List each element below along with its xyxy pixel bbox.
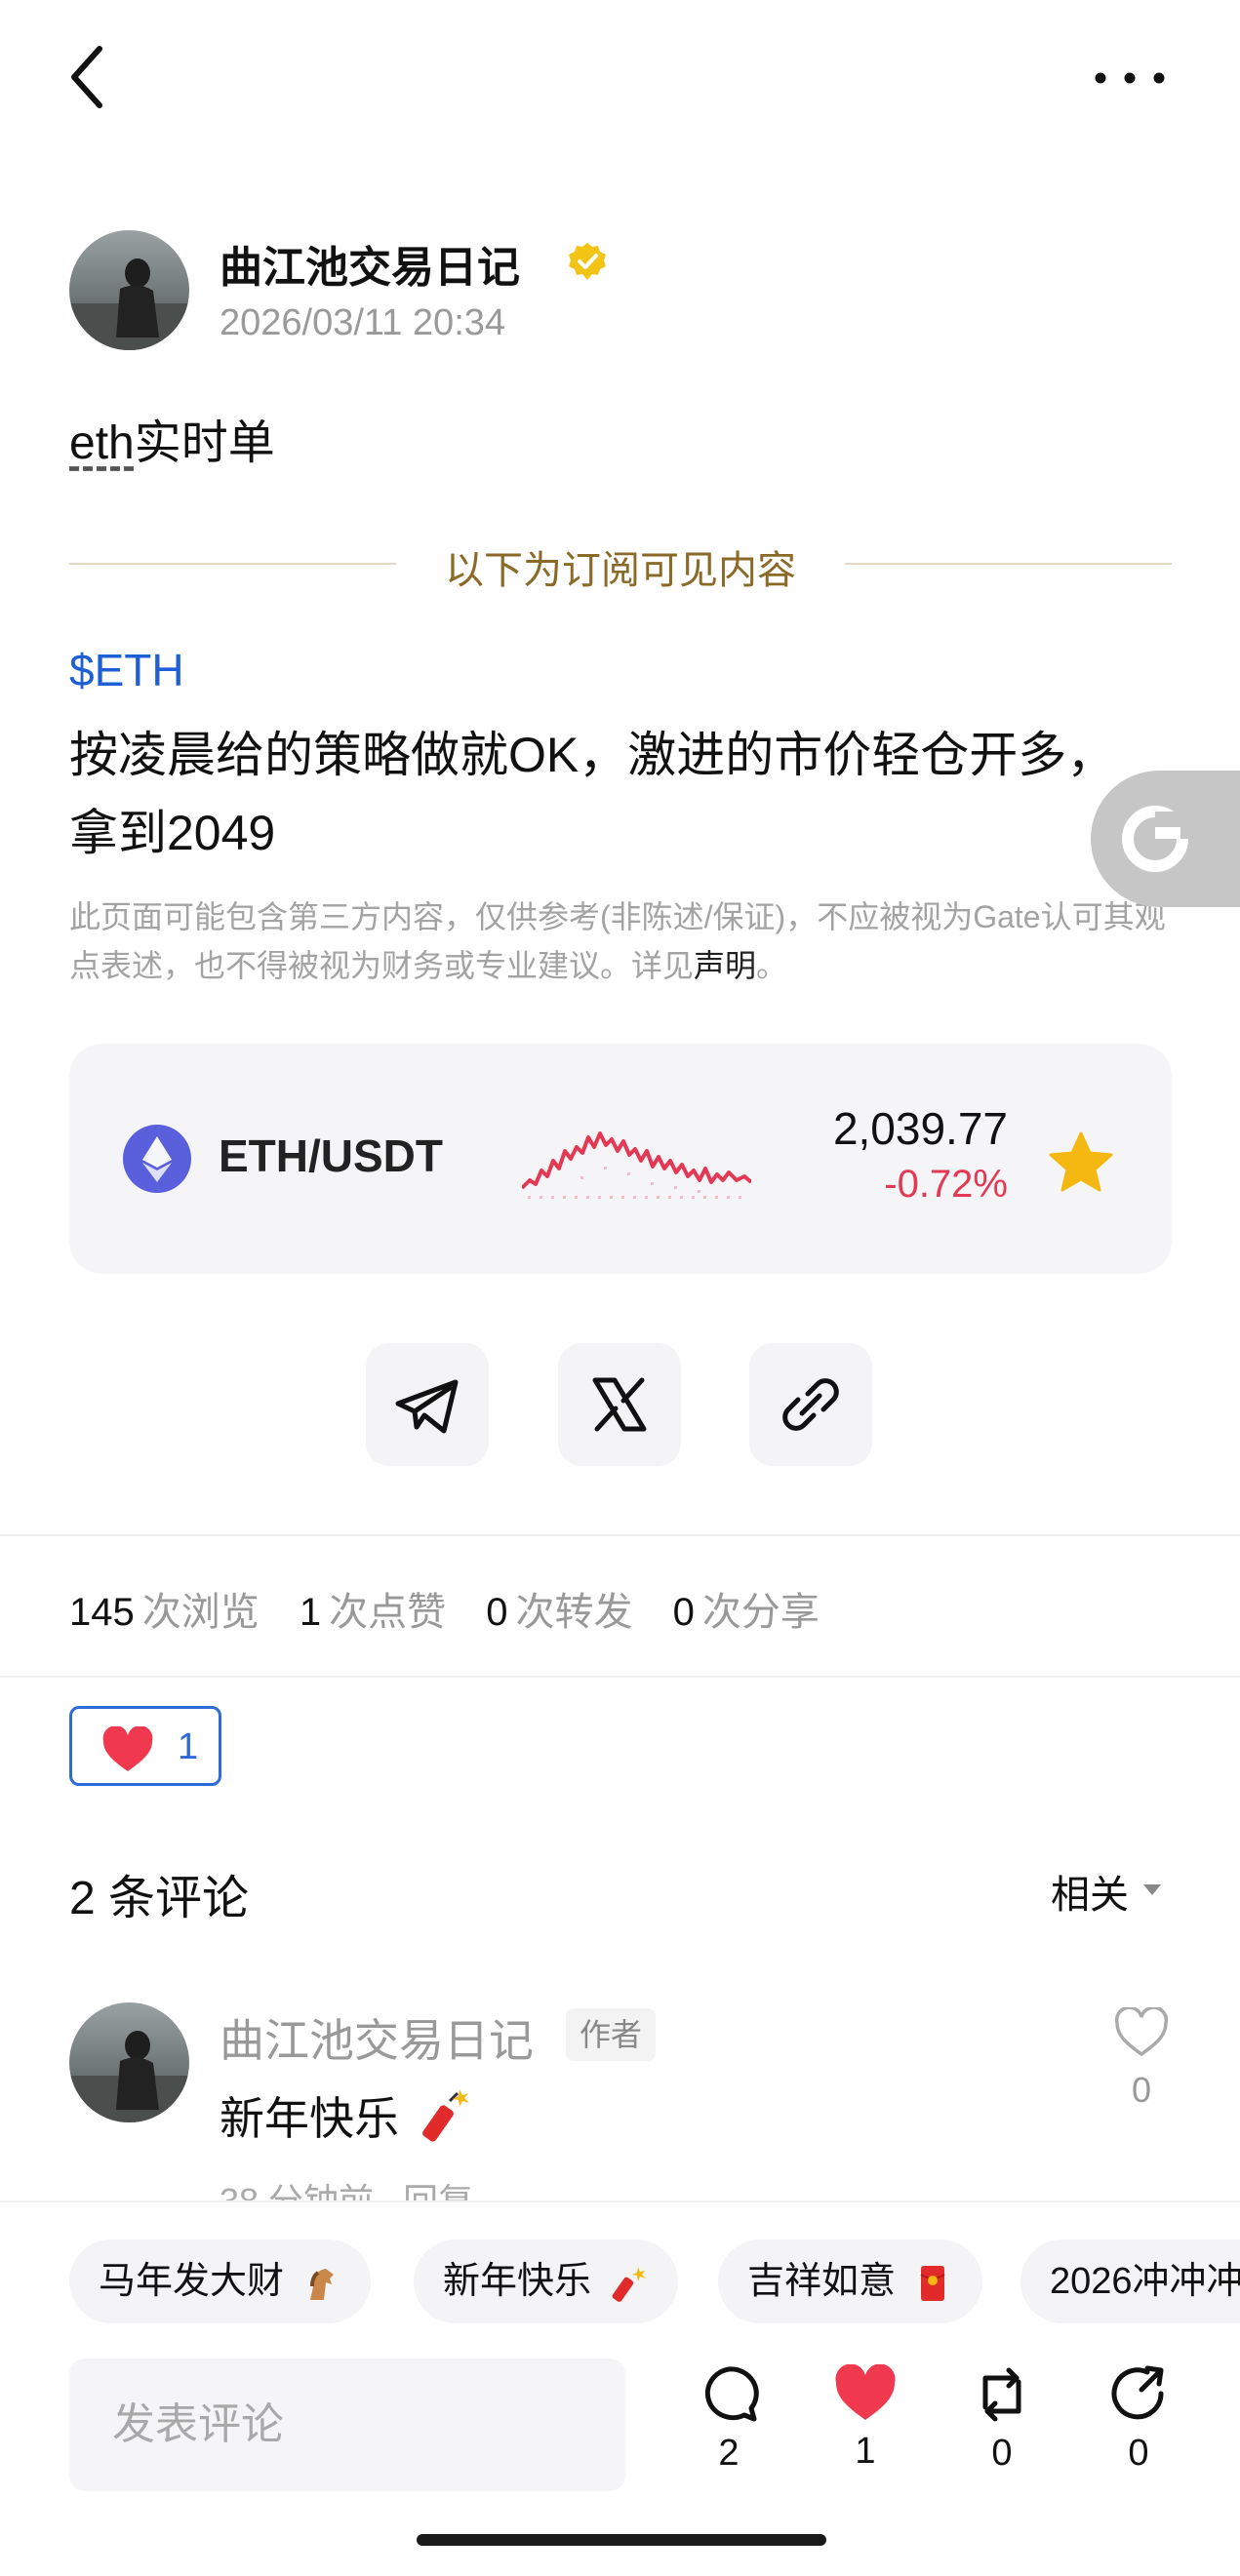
post-title: eth实时单	[69, 404, 275, 472]
comment-text: 新年快乐	[220, 2093, 399, 2144]
reaction-count: 1	[178, 1726, 199, 1767]
shares-count: 0	[672, 1591, 695, 1634]
share-telegram-button[interactable]	[366, 1343, 489, 1466]
market-price: 2,039.77	[832, 1103, 1008, 1154]
repost-count: 0	[991, 2433, 1013, 2474]
likes-label: 次点赞	[329, 1591, 447, 1634]
ethereum-icon	[123, 1125, 191, 1193]
reaction-like-chip[interactable]: 1	[69, 1706, 221, 1786]
author-tag: 作者	[566, 2008, 657, 2061]
comment-action[interactable]: 2	[685, 2364, 773, 2475]
quick-reply-chip[interactable]: 2026冲冲冲	[1020, 2239, 1240, 2323]
back-button[interactable]	[60, 41, 119, 114]
comment-reply-button[interactable]: 回复	[403, 2181, 473, 2200]
author-name[interactable]: 曲江池交易日记	[220, 232, 520, 295]
post-title-text: 实时单	[134, 417, 275, 469]
share-count: 0	[1128, 2433, 1149, 2474]
subscriber-divider-label: 以下为订阅可见内容	[445, 549, 796, 592]
disclaimer-link[interactable]: 声明	[694, 948, 756, 983]
reposts-label: 次转发	[515, 1591, 633, 1634]
chevron-left-icon	[71, 46, 102, 108]
share-action[interactable]: 0	[1095, 2364, 1182, 2475]
quick-reply-label: 吉祥如意	[747, 2261, 897, 2302]
x-icon	[592, 1377, 647, 1432]
like-action[interactable]: 1	[821, 2364, 909, 2473]
quick-reply-label: 新年快乐	[443, 2261, 592, 2302]
comment-time: 38 分钟前	[220, 2181, 374, 2200]
post-title-tag[interactable]: eth	[69, 417, 135, 469]
quick-reply-chip[interactable]: 吉祥如意	[718, 2239, 982, 2323]
disclaimer-text: 此页面可能包含第三方内容，仅供参考(非陈述/保证)，不应被视为Gate认可其观点…	[69, 899, 1166, 983]
comment-count: 2	[718, 2433, 740, 2474]
more-dots-icon	[1095, 72, 1165, 84]
disclaimer: 此页面可能包含第三方内容，仅供参考(非陈述/保证)，不应被视为Gate认可其观点…	[69, 892, 1172, 990]
comment-input[interactable]: 发表评论	[69, 2358, 625, 2491]
repost-action[interactable]: 0	[958, 2364, 1046, 2475]
favorite-star-icon[interactable]	[1049, 1131, 1113, 1192]
avatar-photo	[69, 2002, 189, 2122]
likes-count: 1	[299, 1591, 322, 1634]
views-label: 次浏览	[141, 1591, 260, 1634]
shares-label: 次分享	[701, 1591, 820, 1634]
share-arrow-icon	[1111, 2365, 1164, 2420]
avatar-photo	[69, 230, 189, 350]
quick-reply-chip[interactable]: 马年发大财	[69, 2239, 371, 2323]
comment-like-count: 0	[1131, 2070, 1152, 2110]
author-avatar[interactable]	[69, 230, 189, 350]
link-icon	[782, 1378, 839, 1431]
comment-author-name[interactable]: 曲江池交易日记	[220, 2005, 534, 2070]
reposts-count: 0	[486, 1591, 508, 1634]
post-stats: 145 次浏览 1 次点赞 0 次转发 0 次分享	[69, 1580, 849, 1637]
quick-reply-chip[interactable]: 新年快乐	[414, 2239, 678, 2323]
heart-icon	[102, 1726, 153, 1771]
telegram-icon	[395, 1379, 459, 1434]
heart-icon	[835, 2364, 896, 2420]
firecracker-emoji-icon	[612, 2266, 646, 2302]
market-pair: ETH/USDT	[219, 1130, 443, 1181]
comments-title: 2 条评论	[69, 1873, 250, 1924]
firecracker-emoji-icon	[415, 2085, 475, 2146]
market-change: -0.72%	[884, 1163, 1008, 1206]
ticker-link[interactable]: $ETH	[69, 644, 184, 696]
views-count: 145	[69, 1591, 135, 1634]
divider-line	[0, 1676, 1240, 1678]
repost-icon	[982, 2367, 1021, 2422]
home-indicator	[417, 2534, 826, 2546]
red-envelope-emoji-icon	[920, 2265, 945, 2301]
quick-reply-label: 马年发大财	[99, 2261, 285, 2302]
disclaimer-end: 。	[756, 948, 788, 983]
comment-like-icon[interactable]	[1114, 2005, 1169, 2058]
price-sparkline	[520, 1112, 753, 1209]
subscriber-divider: 以下为订阅可见内容	[69, 538, 1172, 592]
horse-emoji-icon	[309, 2268, 334, 2300]
comment-sort-selector[interactable]: 相关	[1051, 1863, 1129, 1920]
more-options-button[interactable]	[1091, 54, 1169, 102]
post-body: 按凌晨给的策略做就OK，激进的市价轻仓开多，拿到2049	[69, 728, 1116, 860]
like-count: 1	[855, 2431, 876, 2472]
quick-reply-label: 2026冲冲冲	[1050, 2261, 1240, 2302]
caret-down-icon[interactable]	[1141, 1882, 1163, 1896]
floating-action-button[interactable]	[1091, 771, 1240, 907]
comment-avatar[interactable]	[69, 2002, 189, 2122]
share-x-button[interactable]	[558, 1343, 681, 1466]
comment-bubble-icon	[704, 2366, 759, 2422]
comment-meta: 38 分钟前 回复	[220, 2173, 473, 2200]
verified-badge-icon	[567, 241, 608, 282]
refresh-half-icon	[1122, 806, 1188, 872]
divider-line	[0, 1534, 1240, 1536]
post-timestamp: 2026/03/11 20:34	[220, 302, 506, 343]
copy-link-button[interactable]	[749, 1343, 872, 1466]
